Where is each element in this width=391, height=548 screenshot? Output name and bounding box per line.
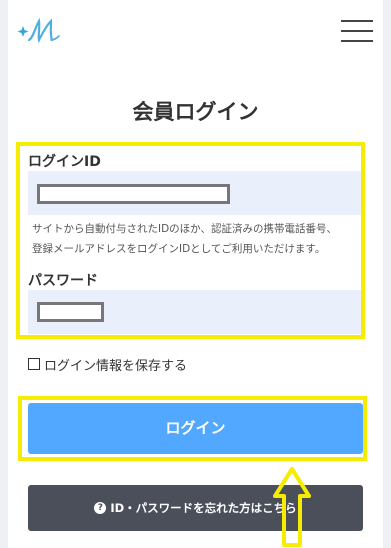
page-title: 会員ログイン <box>132 100 259 124</box>
remember-label: ログイン情報を保存する <box>44 358 188 374</box>
highlight-box-login-button <box>18 396 367 461</box>
forgot-button-label: ID・パスワードを忘れた方はこちら <box>110 501 297 515</box>
sparkle-m-logo[interactable] <box>17 16 69 46</box>
remember-login-option[interactable]: ログイン情報を保存する <box>28 355 188 374</box>
menu-bar <box>341 20 373 22</box>
menu-bar <box>341 40 373 42</box>
up-arrow-annotation-icon <box>273 467 311 547</box>
remember-checkbox[interactable] <box>28 358 40 370</box>
highlight-box-form <box>16 142 365 339</box>
menu-bar <box>341 30 373 32</box>
hamburger-menu-icon[interactable] <box>341 20 373 44</box>
question-circle-icon: ? <box>94 502 107 514</box>
forgot-id-password-button[interactable]: ? ID・パスワードを忘れた方はこちら <box>28 485 363 531</box>
